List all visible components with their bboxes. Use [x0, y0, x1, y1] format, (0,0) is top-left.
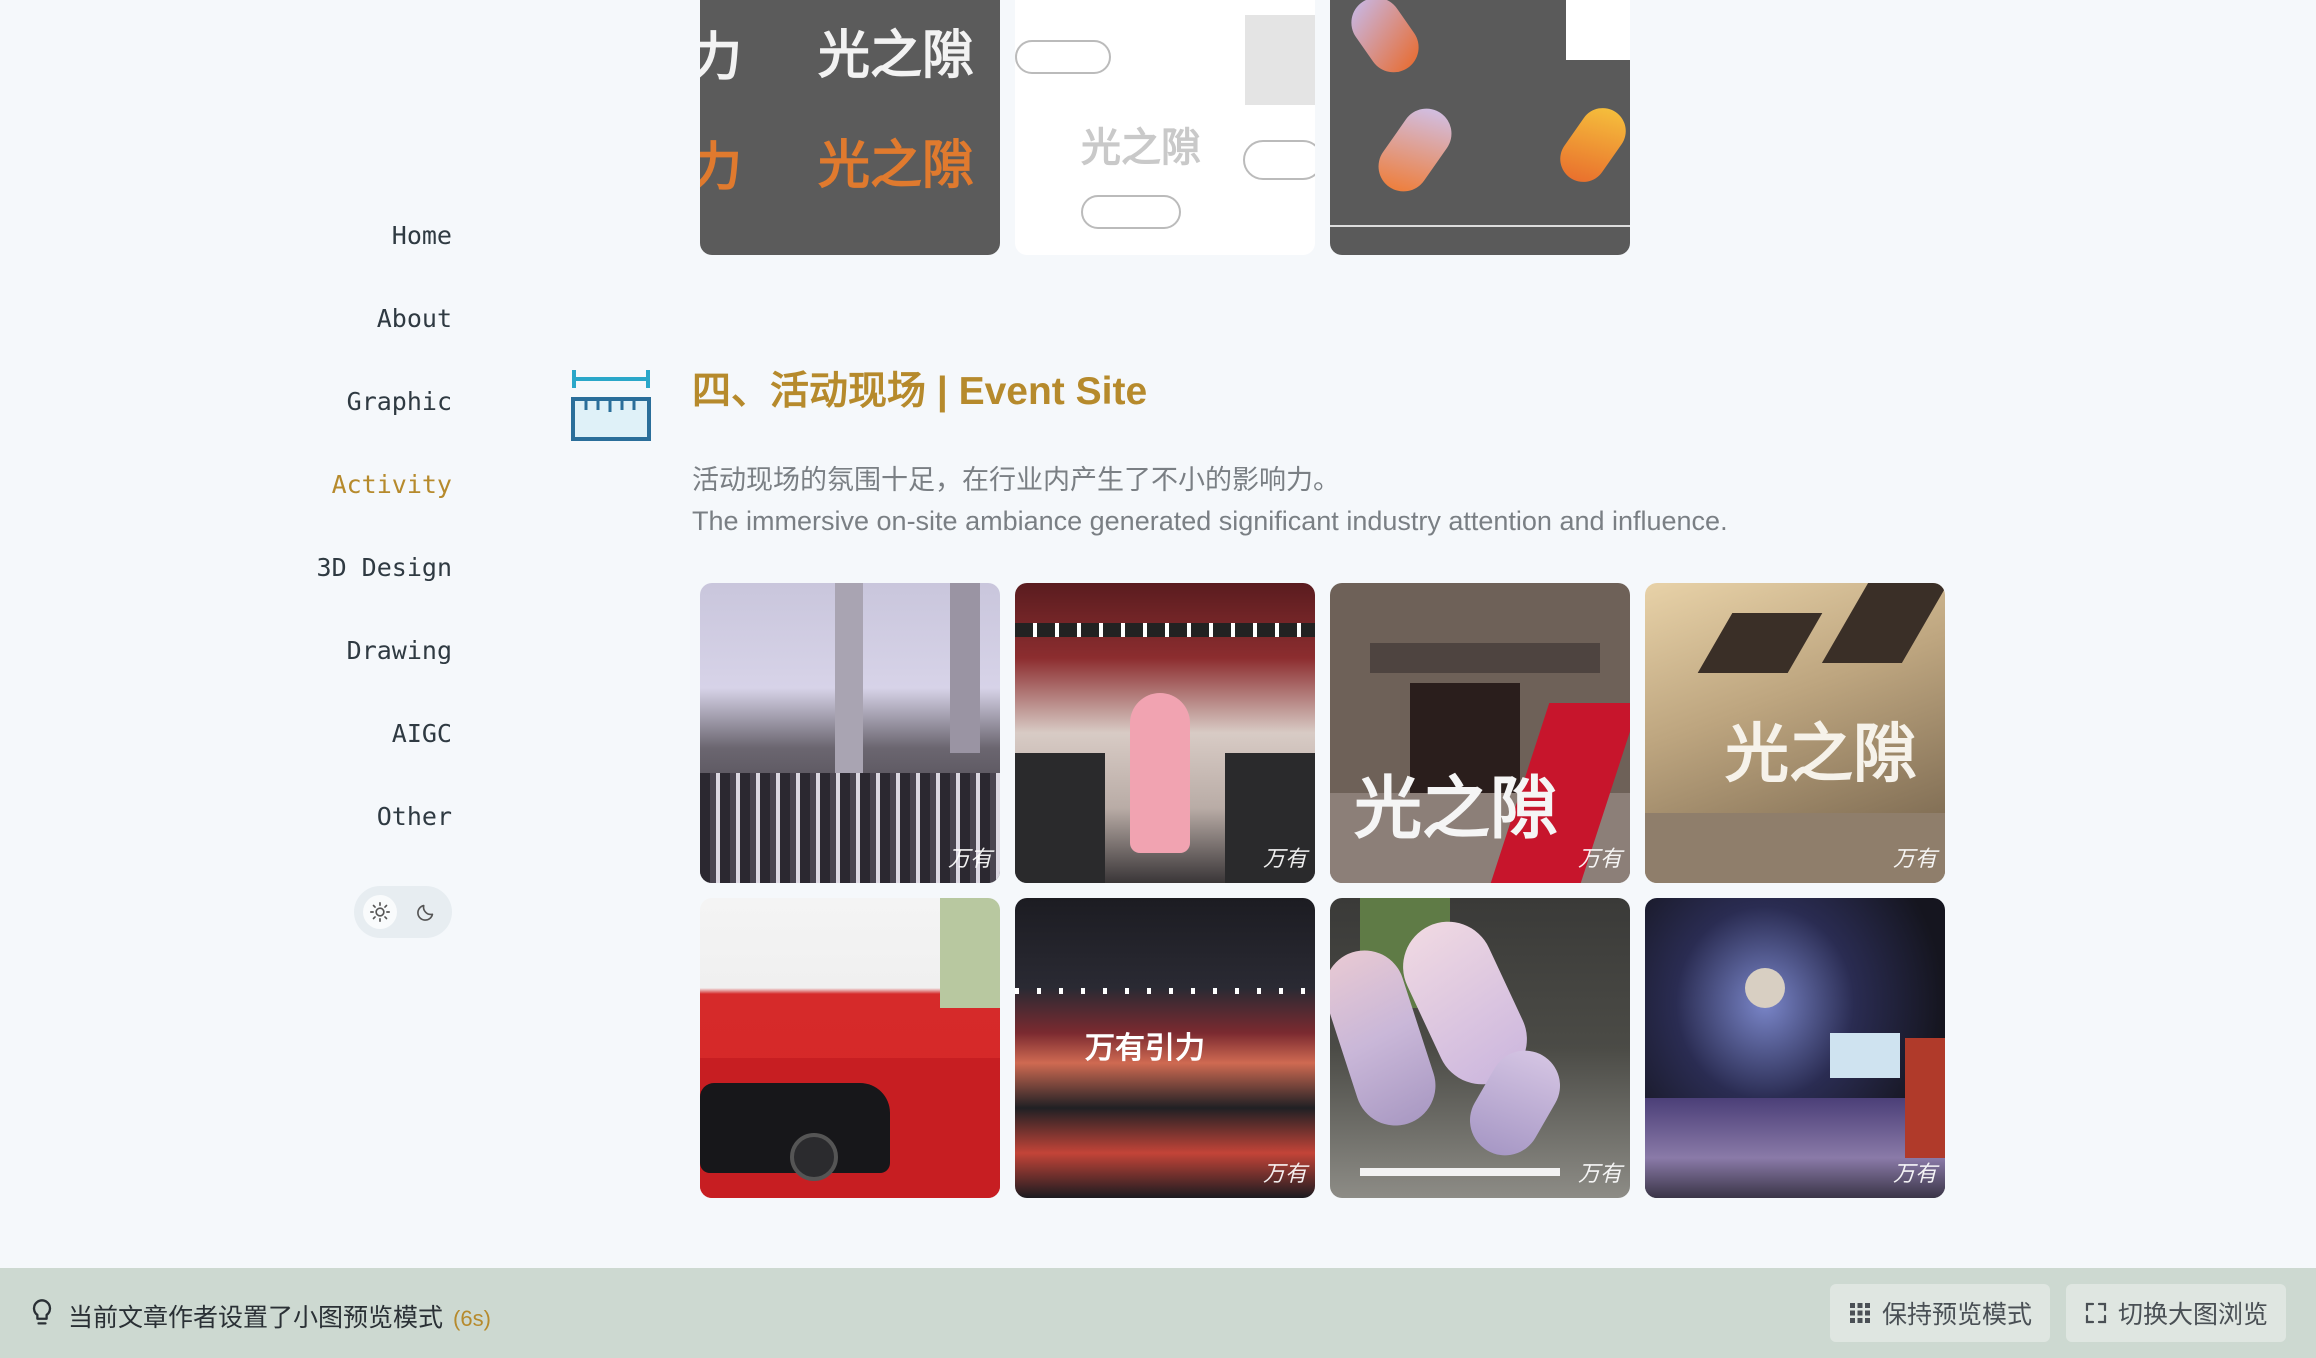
- notice-message: 当前文章作者设置了小图预览模式: [68, 1304, 444, 1332]
- logo-text: 光之隙: [1354, 769, 1559, 849]
- theme-toggle[interactable]: [354, 886, 452, 938]
- switch-large-view-label: 切换大图浏览: [2118, 1301, 2269, 1329]
- watermark: 万有: [1577, 1162, 1622, 1187]
- gallery-image[interactable]: 光之隙 万有: [1645, 583, 1945, 883]
- gallery-image[interactable]: 万有: [1330, 898, 1630, 1198]
- preview-mode-notice: 当前文章作者设置了小图预览模式 (6s) 保持预览模式 切换大图浏览: [0, 1268, 2316, 1358]
- countdown: (6s): [453, 1306, 491, 1331]
- light-mode-button[interactable]: [363, 895, 397, 929]
- section-description-en: The immersive on-site ambiance generated…: [692, 506, 1728, 536]
- event-gallery: 万有 万有 光之隙 万有 光之隙 万有 万有引力 万有 万有 万有: [700, 583, 1945, 1198]
- nav-aigc[interactable]: AIGC: [392, 708, 452, 791]
- watermark: 万有: [1577, 847, 1622, 872]
- grid-icon: [1850, 1303, 1870, 1323]
- notice-text: 当前文章作者设置了小图预览模式 (6s): [68, 1298, 491, 1334]
- watermark: 万有: [947, 847, 992, 872]
- nav-graphic[interactable]: Graphic: [347, 376, 452, 459]
- ruler-icon: [571, 370, 651, 441]
- gallery-image[interactable]: 光之隙 万有: [1330, 583, 1630, 883]
- logo-text: 万有引力: [1085, 1031, 1205, 1066]
- sidebar: Home About Graphic Activity 3D Design Dr…: [0, 0, 470, 1268]
- watermark: 万有: [1892, 1162, 1937, 1187]
- watermark: 万有: [1262, 847, 1307, 872]
- gallery-image[interactable]: 万有: [1015, 583, 1315, 883]
- gallery-image[interactable]: 万有: [700, 583, 1000, 883]
- logo-text: 力: [700, 27, 743, 88]
- logo-text: 光之隙: [1725, 717, 1917, 792]
- sun-icon: [370, 902, 390, 922]
- section-title: 四、活动现场 | Event Site: [692, 370, 1148, 413]
- lightbulb-icon: [32, 1299, 52, 1325]
- watermark: 万有: [1262, 1162, 1307, 1187]
- watermark: 万有: [1892, 847, 1937, 872]
- gallery-image[interactable]: 力 光之隙 力 光之隙: [700, 0, 1000, 255]
- logo-text: 光之隙: [1081, 124, 1201, 171]
- logo-text: 力: [700, 137, 743, 198]
- gallery-image[interactable]: 万有: [1645, 898, 1945, 1198]
- gallery-image[interactable]: [700, 898, 1000, 1198]
- gallery-image[interactable]: 万有引力 万有: [1015, 898, 1315, 1198]
- main-nav: Home About Graphic Activity 3D Design Dr…: [317, 210, 452, 874]
- dark-mode-button[interactable]: [409, 895, 443, 929]
- nav-other[interactable]: Other: [377, 791, 452, 874]
- nav-drawing[interactable]: Drawing: [347, 625, 452, 708]
- keep-preview-button[interactable]: 保持预览模式: [1830, 1284, 2051, 1342]
- nav-about[interactable]: About: [377, 293, 452, 376]
- section-description-zh: 活动现场的氛围十足，在行业内产生了不小的影响力。: [692, 465, 1340, 495]
- nav-3d-design[interactable]: 3D Design: [317, 542, 452, 625]
- nav-activity[interactable]: Activity: [332, 459, 452, 542]
- gallery-image[interactable]: [1330, 0, 1630, 255]
- keep-preview-label: 保持预览模式: [1882, 1301, 2033, 1329]
- logo-text: 光之隙: [818, 25, 975, 86]
- expand-icon: [2085, 1302, 2107, 1324]
- logo-text: 光之隙: [818, 135, 975, 196]
- design-gallery: 力 光之隙 力 光之隙 光之隙: [700, 0, 1945, 255]
- moon-icon: [417, 904, 434, 921]
- gallery-image[interactable]: 光之隙: [1015, 0, 1315, 255]
- switch-large-view-button[interactable]: 切换大图浏览: [2066, 1284, 2287, 1342]
- nav-home[interactable]: Home: [392, 210, 452, 293]
